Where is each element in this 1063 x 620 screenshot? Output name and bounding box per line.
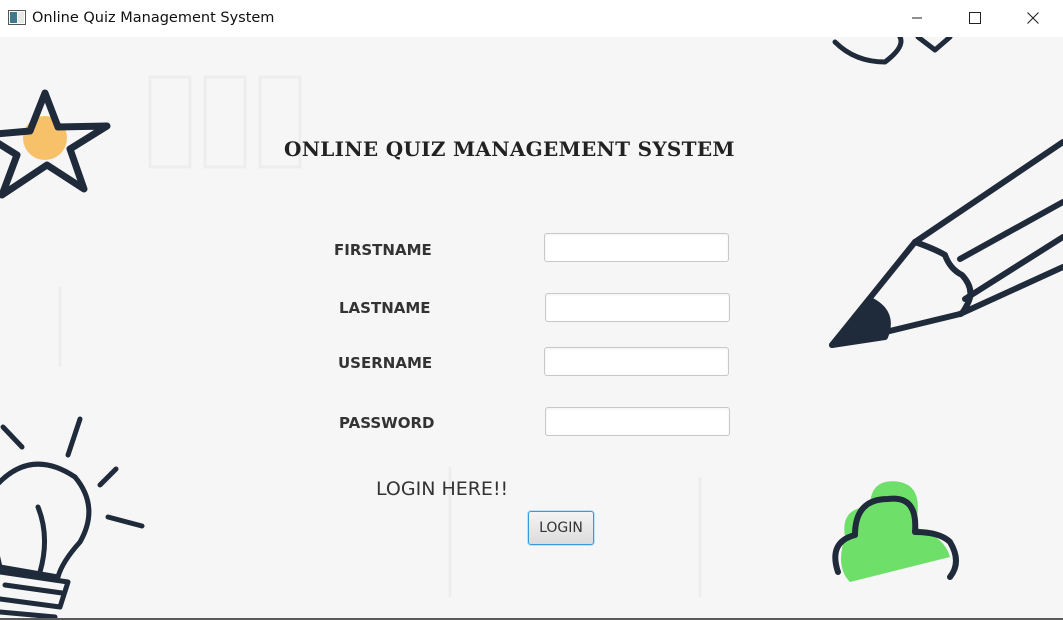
lightbulb-doodle bbox=[0, 416, 145, 618]
lastname-field[interactable] bbox=[545, 293, 730, 322]
login-prompt: LOGIN HERE!! bbox=[376, 478, 509, 500]
firstname-field[interactable] bbox=[544, 233, 729, 262]
main-panel: ONLINE QUIZ MANAGEMENT SYSTEM FIRSTNAME … bbox=[0, 37, 1063, 618]
star-doodle bbox=[0, 89, 111, 199]
window-title: Online Quiz Management System bbox=[32, 10, 275, 26]
firstname-label: FIRSTNAME bbox=[334, 241, 432, 259]
minimize-button[interactable] bbox=[889, 0, 947, 37]
password-label: PASSWORD bbox=[339, 414, 435, 432]
password-field[interactable] bbox=[545, 407, 730, 436]
pencil-doodle bbox=[829, 139, 1063, 348]
lastname-label: LASTNAME bbox=[339, 299, 431, 317]
maximize-icon bbox=[969, 12, 981, 24]
close-button[interactable] bbox=[1005, 0, 1063, 37]
username-label: USERNAME bbox=[338, 354, 433, 372]
maximize-button[interactable] bbox=[947, 0, 1005, 37]
window-titlebar: Online Quiz Management System bbox=[0, 0, 1063, 37]
heart-doodle bbox=[832, 37, 953, 65]
page-title: ONLINE QUIZ MANAGEMENT SYSTEM bbox=[284, 137, 735, 161]
cloud-doodle bbox=[832, 481, 959, 582]
minimize-icon bbox=[912, 17, 922, 19]
username-field[interactable] bbox=[544, 347, 729, 376]
login-button[interactable]: LOGIN bbox=[528, 511, 594, 545]
close-icon bbox=[1027, 12, 1039, 24]
app-icon bbox=[8, 10, 26, 25]
